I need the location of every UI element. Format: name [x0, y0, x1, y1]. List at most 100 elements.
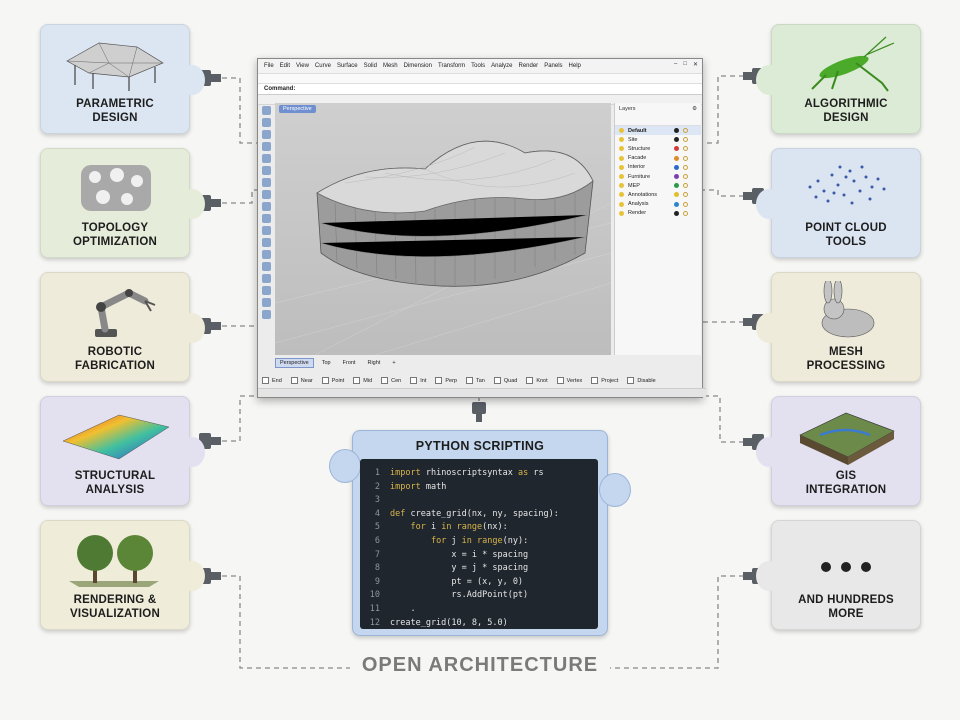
material-icon[interactable]	[683, 128, 688, 134]
tool-icon[interactable]	[262, 286, 271, 295]
checkbox[interactable]	[262, 376, 269, 384]
osnap-mid[interactable]: Mid	[353, 376, 372, 384]
checkbox[interactable]	[526, 376, 534, 384]
menu-item-panels[interactable]: Panels	[544, 63, 562, 69]
material-icon[interactable]	[683, 164, 688, 170]
layer-color-swatch[interactable]	[674, 128, 679, 134]
layer-color-swatch[interactable]	[674, 183, 679, 189]
close-icon[interactable]: ✕	[693, 61, 698, 68]
tool-icon[interactable]	[262, 262, 271, 271]
view-tab-top[interactable]: Top	[318, 359, 335, 367]
layer-color-swatch[interactable]	[674, 174, 679, 180]
osnap-end[interactable]: End	[262, 376, 282, 384]
layer-color-swatch[interactable]	[674, 164, 679, 170]
lightbulb-icon[interactable]	[619, 155, 624, 161]
menu-item-file[interactable]: File	[264, 63, 274, 69]
lightbulb-icon[interactable]	[619, 210, 624, 216]
menu-item-analyze[interactable]: Analyze	[491, 63, 512, 69]
checkbox[interactable]	[410, 376, 418, 384]
view-tab-front[interactable]: Front	[339, 359, 360, 367]
material-icon[interactable]	[683, 192, 688, 198]
osnap-quad[interactable]: Quad	[493, 376, 517, 384]
tool-icon[interactable]	[262, 238, 271, 247]
layer-row[interactable]: Analysis	[615, 200, 701, 209]
menu-item-solid[interactable]: Solid	[364, 63, 377, 69]
lightbulb-icon[interactable]	[619, 183, 624, 189]
menu-item-help[interactable]: Help	[569, 63, 581, 69]
checkbox[interactable]	[465, 376, 473, 384]
material-icon[interactable]	[683, 155, 688, 161]
material-icon[interactable]	[683, 201, 688, 207]
layer-row[interactable]: Facade	[615, 154, 701, 163]
material-icon[interactable]	[683, 174, 688, 180]
menu-item-mesh[interactable]: Mesh	[383, 63, 398, 69]
material-icon[interactable]	[683, 146, 688, 152]
checkbox[interactable]	[353, 376, 361, 384]
tool-icon[interactable]	[262, 202, 271, 211]
checkbox[interactable]	[321, 376, 329, 384]
osnap-vertex[interactable]: Vertex	[556, 376, 582, 384]
osnap-point[interactable]: Point	[321, 376, 344, 384]
view-tab-add[interactable]: +	[388, 359, 399, 367]
menu-item-surface[interactable]: Surface	[337, 63, 358, 69]
tool-icon[interactable]	[262, 298, 271, 307]
minimize-icon[interactable]: –	[674, 61, 677, 68]
tool-icon[interactable]	[262, 178, 271, 187]
menu-item-tools[interactable]: Tools	[471, 63, 485, 69]
lightbulb-icon[interactable]	[619, 137, 624, 143]
osnap-knot[interactable]: Knot	[526, 376, 548, 384]
osnap-tan[interactable]: Tan	[465, 376, 485, 384]
checkbox[interactable]	[290, 376, 298, 384]
menu-item-render[interactable]: Render	[519, 63, 539, 69]
tool-icon[interactable]	[262, 250, 271, 259]
layer-color-swatch[interactable]	[674, 192, 679, 198]
lightbulb-icon[interactable]	[619, 146, 624, 152]
tool-icon[interactable]	[262, 130, 271, 139]
material-icon[interactable]	[683, 183, 688, 189]
osnap-project[interactable]: Project	[591, 376, 618, 384]
layer-color-swatch[interactable]	[674, 210, 679, 216]
material-icon[interactable]	[683, 210, 688, 216]
checkbox[interactable]	[381, 376, 389, 384]
menu-item-edit[interactable]: Edit	[280, 63, 290, 69]
viewport-label[interactable]: Perspective	[279, 105, 316, 113]
tool-icon[interactable]	[262, 142, 271, 151]
tool-icon[interactable]	[262, 310, 271, 319]
layer-row[interactable]: Render	[615, 209, 701, 218]
lightbulb-icon[interactable]	[619, 128, 624, 134]
view-tab-right[interactable]: Right	[363, 359, 384, 367]
lightbulb-icon[interactable]	[619, 201, 624, 207]
layer-color-swatch[interactable]	[674, 146, 679, 152]
tool-icon[interactable]	[262, 190, 271, 199]
command-line[interactable]: Command:	[258, 84, 702, 95]
tool-icon[interactable]	[262, 166, 271, 175]
layer-color-swatch[interactable]	[674, 201, 679, 207]
lightbulb-icon[interactable]	[619, 192, 624, 198]
checkbox[interactable]	[556, 376, 564, 384]
tool-icon[interactable]	[262, 274, 271, 283]
checkbox[interactable]	[435, 376, 443, 384]
material-icon[interactable]	[683, 137, 688, 143]
menu-item-transform[interactable]: Transform	[438, 63, 465, 69]
layer-color-swatch[interactable]	[674, 137, 679, 143]
menu-item-curve[interactable]: Curve	[315, 63, 331, 69]
tool-icon[interactable]	[262, 106, 271, 115]
tool-icon[interactable]	[262, 154, 271, 163]
osnap-perp[interactable]: Perp	[435, 376, 457, 384]
maximize-icon[interactable]: □	[683, 61, 687, 68]
tool-icon[interactable]	[262, 226, 271, 235]
layer-row[interactable]: MEP	[615, 181, 701, 190]
tool-icon[interactable]	[262, 118, 271, 127]
checkbox[interactable]	[627, 376, 635, 384]
code-editor[interactable]: 1 import rhinoscriptsyntax as rs 2 import m…	[360, 459, 598, 629]
layer-row[interactable]: Default	[615, 126, 701, 136]
settings-icon[interactable]: ⚙	[692, 103, 697, 115]
layer-row[interactable]: Site	[615, 135, 701, 144]
osnap-int[interactable]: Int	[410, 376, 426, 384]
perspective-viewport[interactable]: Perspective	[275, 103, 611, 355]
osnap-near[interactable]: Near	[290, 376, 313, 384]
layer-row[interactable]: Structure	[615, 144, 701, 153]
layer-row[interactable]: Annotations	[615, 190, 701, 199]
menu-item-dimension[interactable]: Dimension	[404, 63, 432, 69]
menu-item-view[interactable]: View	[296, 63, 309, 69]
